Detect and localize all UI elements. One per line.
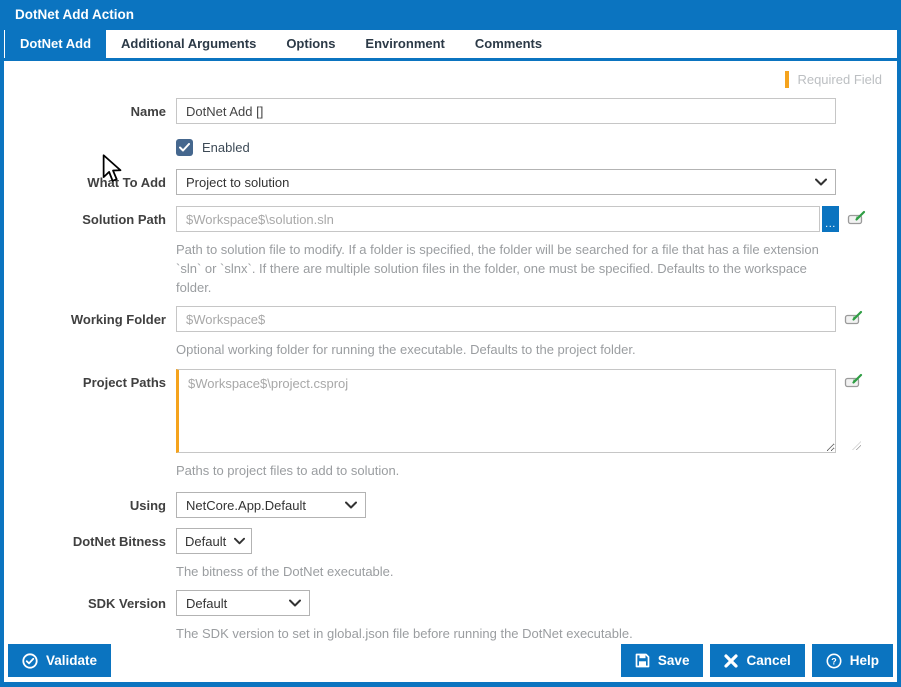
footer-right-buttons: Save Cancel ? Help	[620, 644, 893, 677]
using-value: NetCore.App.Default	[186, 497, 306, 513]
insert-variable-icon[interactable]	[844, 310, 863, 327]
project-paths-label: Project Paths	[82, 375, 166, 390]
tab-comments[interactable]: Comments	[460, 30, 557, 58]
save-icon	[635, 653, 650, 668]
what-to-add-label: What To Add	[87, 175, 166, 190]
what-to-add-row: What To Add Project to solution	[4, 169, 897, 195]
what-to-add-value: Project to solution	[186, 174, 290, 190]
help-question-icon: ?	[826, 653, 842, 668]
sdk-version-label: SDK Version	[87, 596, 166, 611]
project-paths-row: Project Paths Paths to project files to …	[4, 369, 897, 480]
solution-path-row: Solution Path ... Path to solution file …	[4, 206, 897, 297]
tab-additional-arguments[interactable]: Additional Arguments	[106, 30, 271, 58]
bitness-label: DotNet Bitness	[72, 534, 166, 549]
validate-button[interactable]: Validate	[8, 644, 112, 677]
sdk-version-select[interactable]: Default	[176, 590, 310, 616]
using-row: Using NetCore.App.Default	[4, 492, 897, 518]
help-button[interactable]: ? Help	[811, 644, 893, 677]
required-field-legend: Required Field	[785, 71, 882, 88]
required-field-swatch	[785, 71, 790, 88]
chevron-down-icon	[345, 501, 357, 509]
sdk-version-value: Default	[186, 595, 228, 611]
sdk-version-row: SDK Version Default The SDK version to s…	[4, 590, 897, 643]
dialog-title: DotNet Add Action	[4, 0, 897, 30]
cancel-x-icon	[724, 653, 739, 668]
insert-variable-icon[interactable]	[847, 210, 866, 227]
check-icon	[179, 143, 190, 152]
working-folder-row: Working Folder Optional working folder f…	[4, 306, 897, 359]
dotnet-add-action-dialog: DotNet Add Action DotNet Add Additional …	[0, 0, 901, 687]
sdk-version-help: The SDK version to set in global.json fi…	[176, 626, 633, 641]
enabled-checkbox[interactable]	[176, 139, 193, 156]
solution-path-label: Solution Path	[82, 212, 166, 227]
enabled-row: Enabled	[4, 136, 897, 156]
chevron-down-icon	[815, 178, 827, 186]
project-paths-help: Paths to project files to add to solutio…	[176, 463, 400, 478]
project-paths-textarea[interactable]	[176, 369, 836, 453]
bitness-help: The bitness of the DotNet executable.	[176, 564, 394, 579]
tab-environment[interactable]: Environment	[350, 30, 459, 58]
svg-text:?: ?	[831, 656, 837, 666]
tab-bar: DotNet Add Additional Arguments Options …	[4, 30, 897, 61]
name-row: Name	[4, 98, 897, 124]
chevron-down-icon	[234, 537, 246, 545]
name-input[interactable]	[176, 98, 836, 124]
save-button[interactable]: Save	[620, 644, 704, 677]
resize-handle[interactable]	[852, 441, 861, 450]
footer: Validate Save Cancel ? Help	[8, 644, 893, 677]
form-area: Required Field Name Enabled What To Add	[4, 61, 897, 643]
bitness-value: Default	[185, 533, 227, 549]
chevron-down-icon	[289, 599, 301, 607]
what-to-add-select[interactable]: Project to solution	[176, 169, 836, 195]
solution-path-input[interactable]	[176, 206, 820, 232]
insert-variable-icon[interactable]	[844, 373, 863, 390]
bitness-row: DotNet Bitness Default The bitness of th…	[4, 528, 897, 581]
tab-options[interactable]: Options	[271, 30, 350, 58]
solution-path-help: Path to solution file to modify. If a fo…	[176, 242, 819, 295]
using-select[interactable]: NetCore.App.Default	[176, 492, 366, 518]
validate-check-icon	[22, 652, 38, 669]
browse-button[interactable]: ...	[822, 206, 839, 232]
cancel-button[interactable]: Cancel	[710, 644, 805, 677]
working-folder-help: Optional working folder for running the …	[176, 342, 636, 357]
using-label: Using	[129, 498, 166, 513]
required-field-label: Required Field	[797, 72, 882, 87]
bitness-select[interactable]: Default	[176, 528, 252, 554]
tab-dotnet-add[interactable]: DotNet Add	[5, 30, 107, 58]
working-folder-label: Working Folder	[70, 312, 166, 327]
working-folder-input[interactable]	[176, 306, 836, 332]
enabled-label: Enabled	[202, 140, 250, 155]
name-label: Name	[130, 104, 166, 119]
